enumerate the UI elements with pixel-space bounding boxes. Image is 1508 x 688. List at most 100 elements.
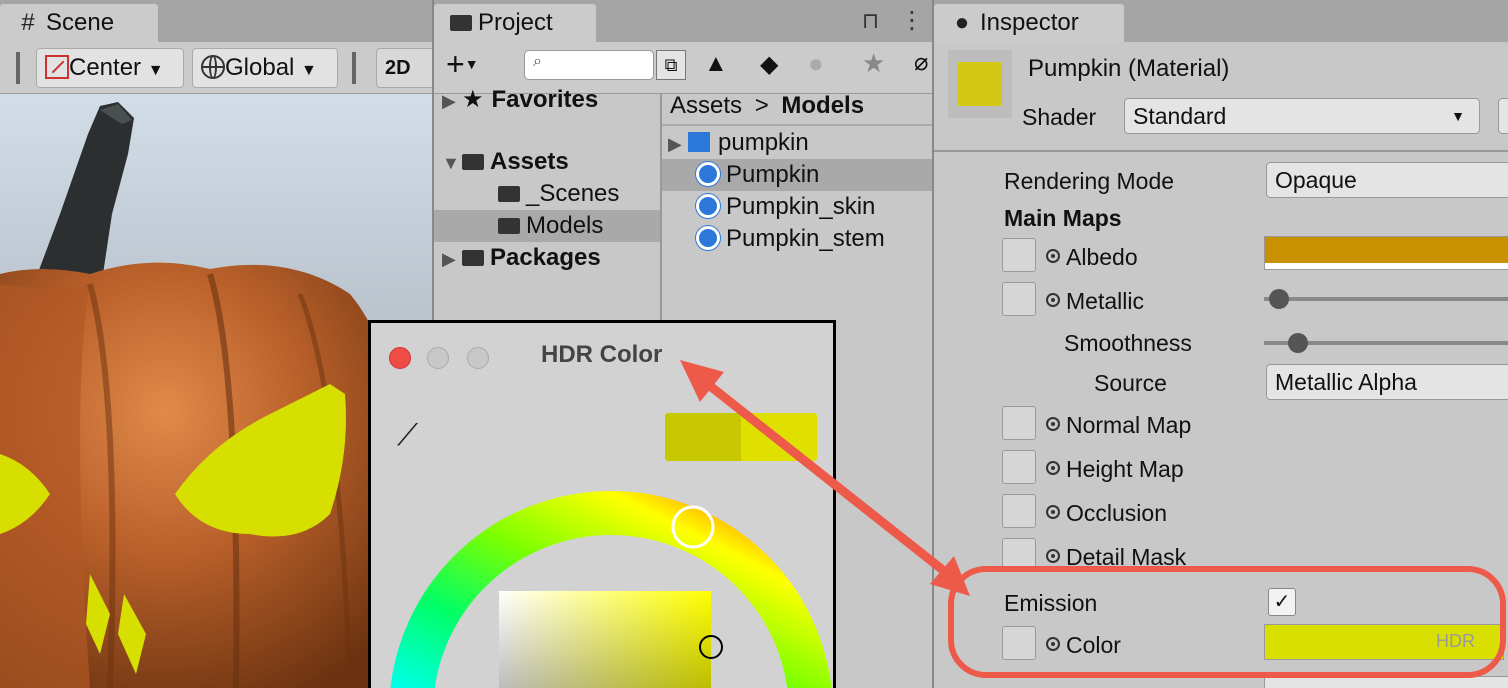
albedo-label: Albedo [1046, 242, 1138, 272]
toolbar-grip[interactable] [16, 52, 20, 84]
expand-triangle-icon: ▶ [442, 249, 456, 269]
list-item[interactable]: Pumpkin_skin [662, 191, 932, 223]
object-picker-icon[interactable] [1046, 461, 1060, 475]
tree-scenes[interactable]: _Scenes [434, 178, 660, 210]
tab-scene[interactable]: # Scene [0, 4, 158, 42]
add-asset-button[interactable]: +▼ [446, 46, 479, 83]
favorite-star-icon[interactable]: ★ [862, 48, 885, 79]
folder-icon [450, 15, 472, 31]
rendering-mode-dropdown[interactable]: Opaque [1266, 162, 1508, 198]
material-preview-swatch [948, 50, 1012, 118]
tree-favorites[interactable]: ▶ ★ Favorites [434, 84, 660, 116]
albedo-texture-slot[interactable] [1002, 238, 1036, 272]
list-item[interactable]: Pumpkin [662, 159, 932, 191]
breadcrumb-separator: > [754, 92, 769, 119]
search-icon: ⌕ [533, 53, 542, 70]
filter-by-label-icon[interactable]: ◆ [760, 50, 778, 79]
info-icon: ● [954, 9, 970, 36]
dialog-title: HDR Color [541, 341, 663, 368]
normal-map-label: Normal Map [1046, 410, 1191, 440]
albedo-color-field[interactable] [1264, 236, 1508, 270]
height-map-label: Height Map [1046, 454, 1184, 484]
object-picker-icon[interactable] [1046, 505, 1060, 519]
eyedropper-icon[interactable]: ⟋ [397, 419, 418, 453]
chevron-down-icon: ▼ [147, 62, 164, 79]
open-folder-icon [462, 154, 484, 170]
chevron-down-icon: ▼ [464, 56, 479, 72]
breadcrumb-models[interactable]: Models [781, 92, 864, 119]
list-item[interactable]: Pumpkin_stem [662, 223, 932, 255]
hue-wheel[interactable] [371, 473, 836, 688]
normal-map-slot[interactable] [1002, 406, 1036, 440]
source-label: Source [1094, 370, 1167, 396]
tab-inspector[interactable]: ● Inspector [934, 4, 1124, 42]
rendering-mode-label: Rendering Mode [1004, 168, 1175, 194]
folder-icon [462, 250, 484, 266]
object-picker-icon[interactable] [1046, 417, 1060, 431]
material-icon [696, 194, 720, 218]
grid-icon: # [21, 9, 35, 36]
slider-handle[interactable] [1288, 333, 1308, 353]
metallic-label: Metallic [1046, 286, 1144, 316]
close-window-button[interactable] [389, 347, 411, 369]
minimize-window-button[interactable] [427, 347, 449, 369]
tree-packages[interactable]: ▶ Packages [434, 242, 660, 274]
smoothness-slider[interactable] [1264, 333, 1508, 353]
chevron-down-icon: ▼ [301, 62, 317, 79]
star-icon: ★ [462, 86, 484, 113]
main-maps-heading: Main Maps [1004, 205, 1122, 231]
breadcrumb-assets[interactable]: Assets [670, 92, 742, 119]
shader-label: Shader [1022, 104, 1097, 130]
metallic-slider[interactable] [1264, 289, 1508, 309]
object-picker-icon[interactable] [1046, 549, 1060, 563]
tree-assets[interactable]: ▼ Assets [434, 146, 660, 178]
chevron-down-icon: ▼ [1451, 108, 1465, 124]
toolbar-separator [352, 52, 356, 84]
model-prefab-icon [688, 132, 710, 152]
search-input[interactable]: ⌕ [524, 50, 654, 80]
project-tabbar: Project ⊓ ⋮ [434, 0, 932, 42]
globe-icon [201, 55, 225, 79]
info-icon[interactable]: ● [808, 48, 824, 79]
object-picker-icon[interactable] [1046, 249, 1060, 263]
color-swatch [665, 413, 817, 461]
lock-icon[interactable]: ⊓ [862, 8, 879, 34]
height-map-slot[interactable] [1002, 450, 1036, 484]
material-title: Pumpkin (Material) [1028, 55, 1230, 82]
hdr-color-dialog: HDR Color ⟋ [368, 320, 836, 688]
scene-tabbar: # Scene [0, 0, 432, 42]
pivot-center-button[interactable]: Center ▼ [36, 48, 184, 88]
more-menu-icon[interactable]: ⋮ [900, 6, 924, 35]
slider-handle[interactable] [1268, 289, 1289, 309]
list-item[interactable]: ▶ pumpkin [662, 127, 932, 159]
inspector-panel: ● Inspector Pumpkin (Material) Shader Sta… [932, 0, 1508, 688]
current-color-swatch [741, 413, 817, 461]
highlight-annotation [948, 566, 1506, 678]
hidden-packages-icon[interactable]: ⌀ [914, 48, 928, 77]
metallic-texture-slot[interactable] [1002, 282, 1036, 316]
folder-icon [498, 218, 520, 234]
folder-icon [498, 186, 520, 202]
maximize-window-button[interactable] [467, 347, 489, 369]
object-picker-icon[interactable] [1046, 293, 1060, 307]
header-divider [934, 150, 1508, 152]
occlusion-slot[interactable] [1002, 494, 1036, 528]
inspector-tabbar: ● Inspector [934, 0, 1508, 42]
collapse-triangle-icon: ▼ [442, 153, 460, 173]
previous-color-swatch [665, 413, 741, 461]
occlusion-label: Occlusion [1046, 498, 1167, 528]
material-icon [696, 226, 720, 250]
source-dropdown[interactable]: Metallic Alpha [1266, 364, 1508, 400]
shader-dropdown[interactable]: Standard ▼ [1124, 98, 1480, 134]
tab-project[interactable]: Project [434, 4, 596, 42]
expand-triangle-icon: ▶ [668, 134, 682, 154]
pivot-global-button[interactable]: Global ▼ [192, 48, 338, 88]
material-icon [696, 162, 720, 186]
scene-toolbar: Center ▼ Global ▼ 2D [0, 42, 432, 94]
shader-edit-button[interactable] [1498, 98, 1508, 134]
tree-models[interactable]: Models [434, 210, 660, 242]
expand-triangle-icon: ▶ [442, 91, 456, 111]
toggle-2d-button[interactable]: 2D [376, 48, 432, 88]
search-options-icon[interactable]: ⧉ [656, 50, 686, 80]
filter-by-type-icon[interactable]: ▲ [704, 50, 728, 78]
